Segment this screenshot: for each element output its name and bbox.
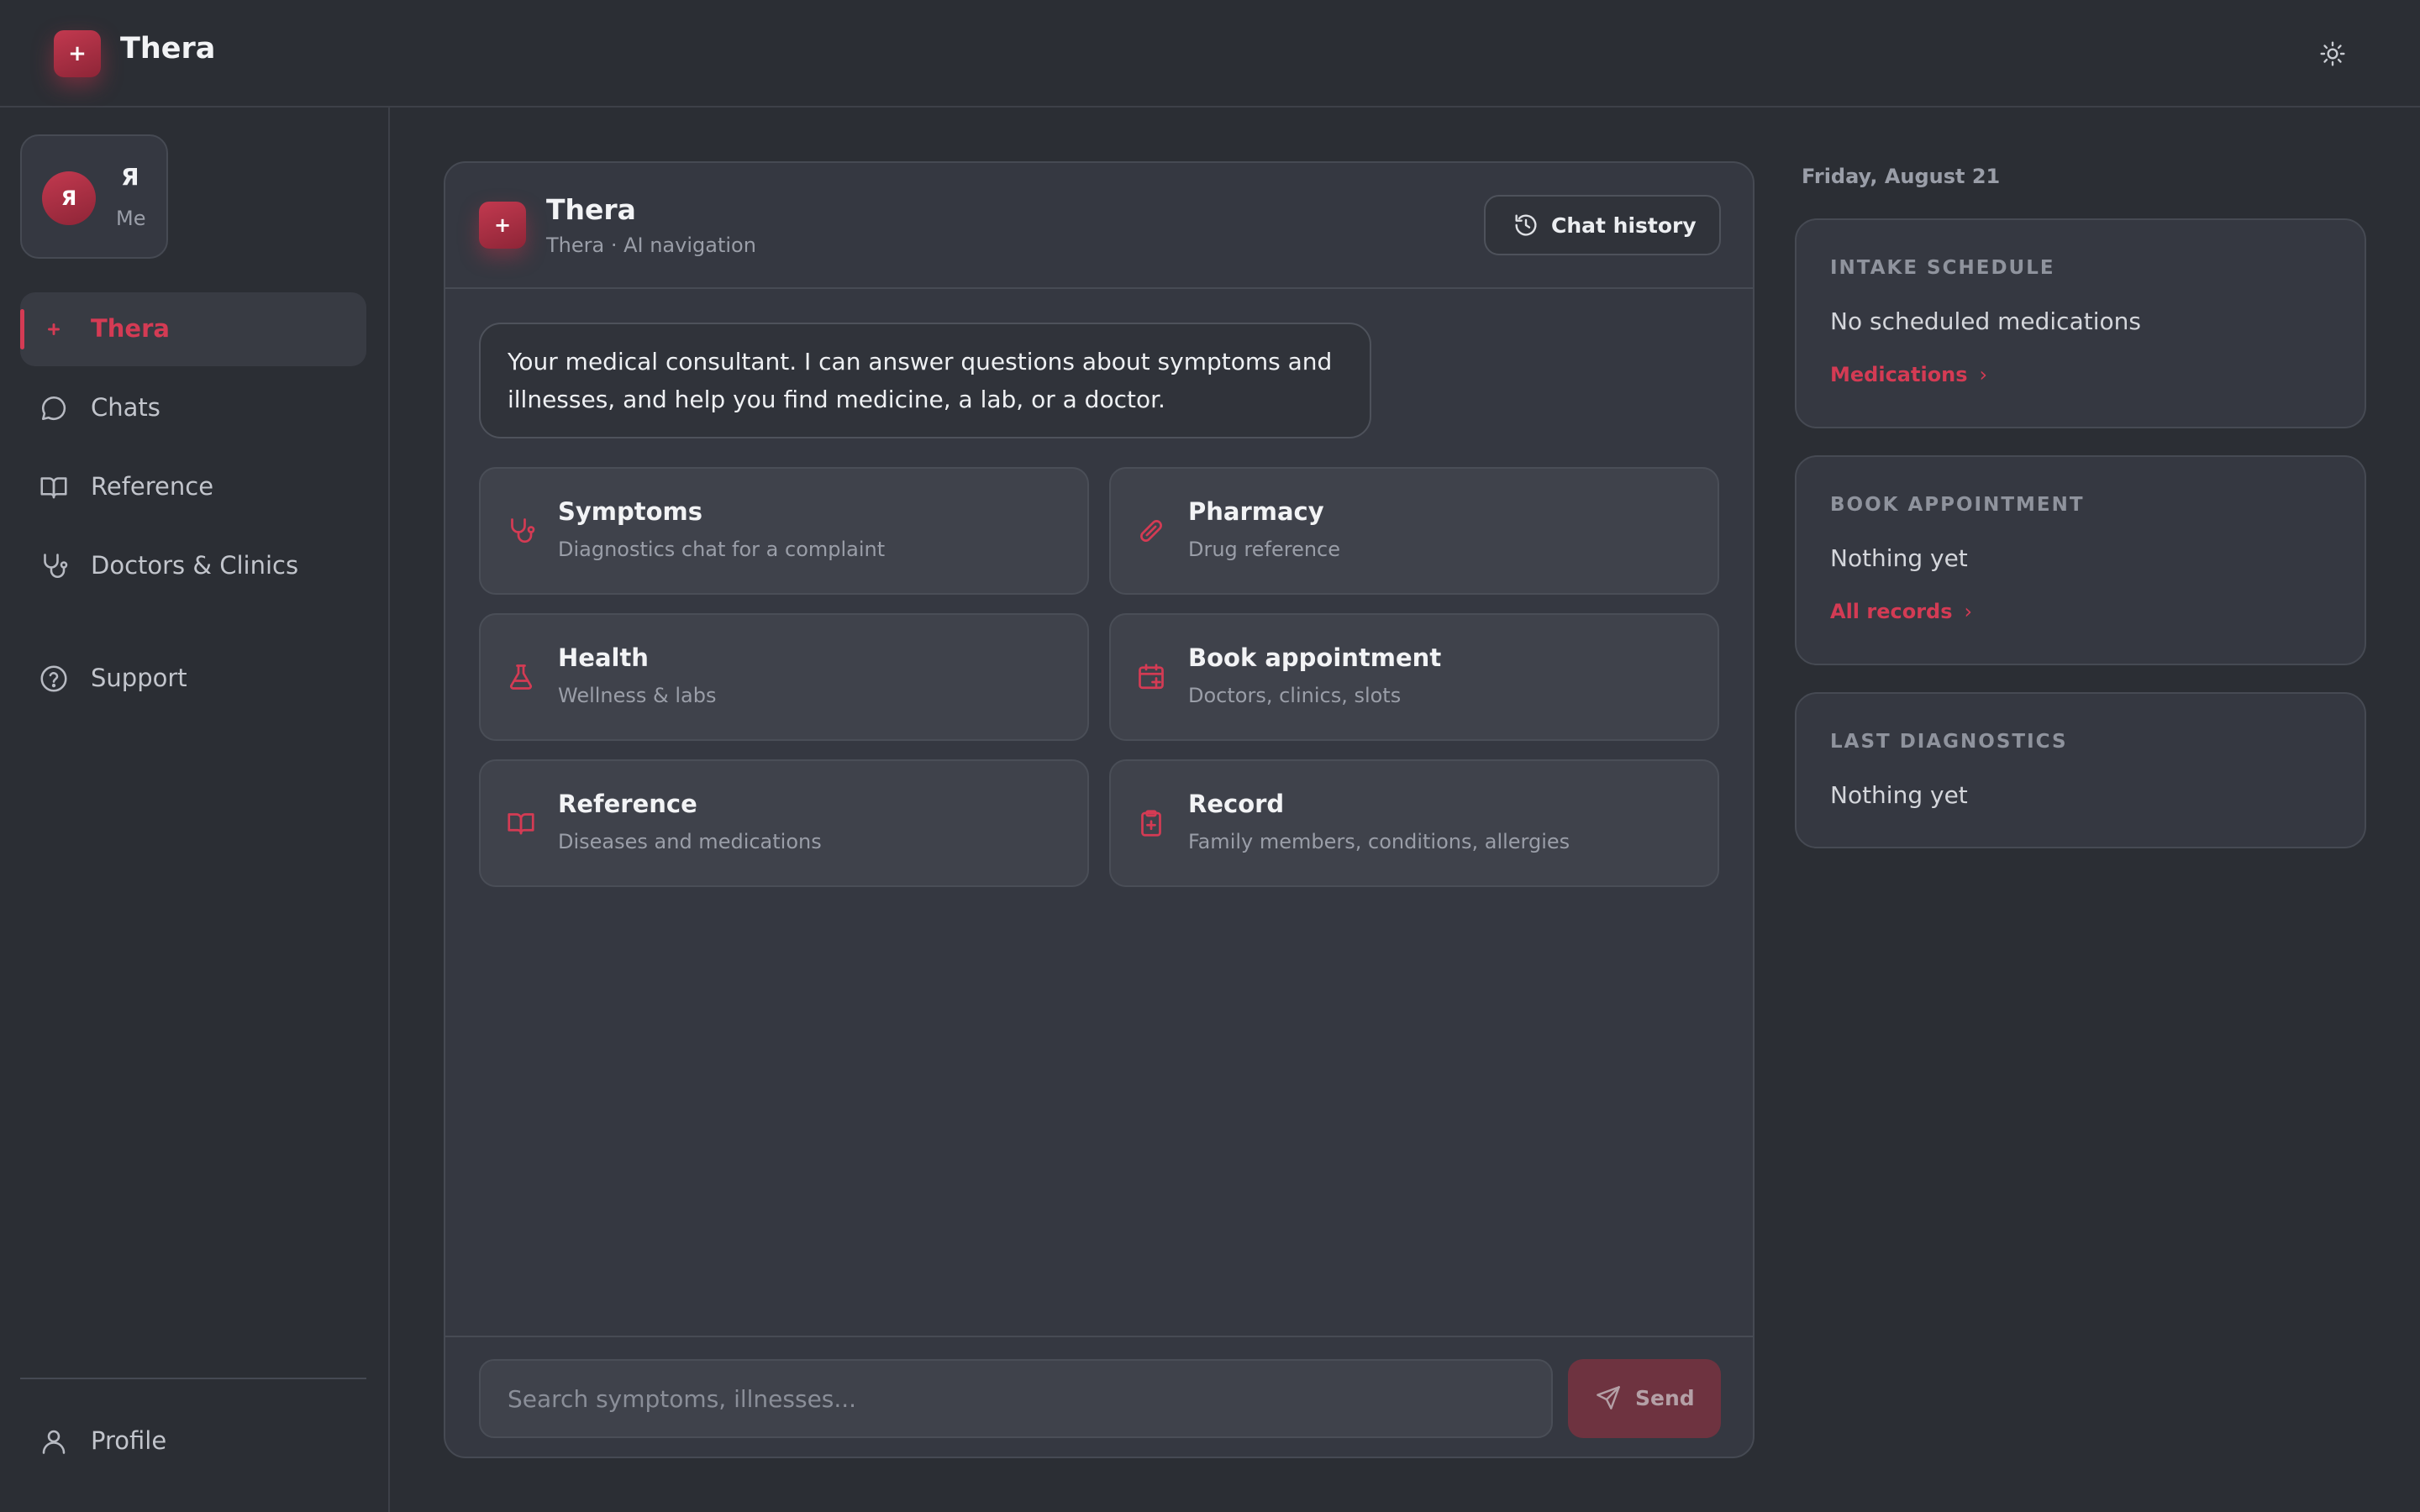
assistant-message: Your medical consultant. I can answer qu… bbox=[479, 323, 1371, 438]
sidebar-item-label: Thera bbox=[91, 314, 170, 343]
card-heading: INTAKE SCHEDULE bbox=[1830, 257, 2055, 279]
stethoscope-icon bbox=[39, 551, 69, 581]
chat-title: Thera bbox=[546, 193, 636, 226]
plus-icon bbox=[39, 314, 69, 344]
top-bar: + Thera bbox=[0, 0, 2420, 108]
history-icon bbox=[1512, 212, 1539, 239]
app-title: Thera bbox=[120, 32, 216, 66]
card-text: No scheduled medications bbox=[1830, 307, 2141, 335]
theme-toggle-button[interactable] bbox=[2316, 37, 2349, 71]
action-card-reference[interactable]: Reference Diseases and medications bbox=[479, 759, 1089, 887]
chat-logo: + bbox=[479, 202, 526, 249]
card-subtitle: Family members, conditions, allergies bbox=[1188, 830, 1570, 853]
app-logo: + bbox=[54, 30, 101, 77]
chevron-right-icon: › bbox=[1964, 600, 1973, 623]
book-icon bbox=[506, 808, 536, 838]
card-title: Health bbox=[558, 643, 649, 672]
pill-icon bbox=[1136, 516, 1166, 546]
card-subtitle: Wellness & labs bbox=[558, 684, 717, 707]
sidebar-item-label: Chats bbox=[91, 393, 160, 422]
current-date: Friday, August 21 bbox=[1802, 165, 2001, 188]
all-records-link[interactable]: All records › bbox=[1830, 600, 1972, 623]
logo-plus-glyph: + bbox=[68, 41, 87, 66]
chat-history-label: Chat history bbox=[1551, 213, 1697, 238]
help-circle-icon bbox=[39, 664, 69, 694]
card-title: Book appointment bbox=[1188, 643, 1442, 672]
card-title: Symptoms bbox=[558, 497, 703, 526]
card-title: Record bbox=[1188, 790, 1285, 818]
composer-divider bbox=[445, 1336, 1753, 1337]
clipboard-plus-icon bbox=[1136, 808, 1166, 838]
user-subtitle: Me bbox=[116, 207, 146, 230]
intake-schedule-card: INTAKE SCHEDULE No scheduled medications… bbox=[1795, 218, 2366, 428]
book-icon bbox=[39, 472, 69, 502]
sidebar-item-reference[interactable]: Reference bbox=[20, 450, 366, 524]
sidebar-item-doctors-clinics[interactable]: Doctors & Clinics bbox=[20, 529, 366, 603]
sidebar-divider bbox=[20, 1378, 366, 1379]
card-heading: BOOK APPOINTMENT bbox=[1830, 494, 2085, 516]
chat-header: + Thera Thera · AI navigation Chat histo… bbox=[445, 163, 1753, 289]
stethoscope-icon bbox=[506, 516, 536, 546]
sidebar-item-chats[interactable]: Chats bbox=[20, 371, 366, 445]
card-subtitle: Diagnostics chat for a complaint bbox=[558, 538, 886, 561]
send-button[interactable]: Send bbox=[1568, 1359, 1721, 1438]
action-card-symptoms[interactable]: Symptoms Diagnostics chat for a complain… bbox=[479, 467, 1089, 595]
action-card-health[interactable]: Health Wellness & labs bbox=[479, 613, 1089, 741]
sidebar-item-label: Doctors & Clinics bbox=[91, 551, 299, 580]
card-subtitle: Diseases and medications bbox=[558, 830, 822, 853]
card-text: Nothing yet bbox=[1830, 544, 1968, 572]
chevron-right-icon: › bbox=[1979, 363, 1988, 386]
sidebar-item-thera[interactable]: Thera bbox=[20, 292, 366, 366]
book-appointment-card: BOOK APPOINTMENT Nothing yet All records… bbox=[1795, 455, 2366, 665]
sidebar-item-profile[interactable]: Profile bbox=[20, 1404, 366, 1478]
user-card[interactable]: Я Я Me bbox=[20, 134, 168, 259]
avatar-initial: Я bbox=[60, 186, 77, 210]
chat-panel: + Thera Thera · AI navigation Chat histo… bbox=[444, 161, 1754, 1458]
avatar: Я bbox=[42, 171, 96, 225]
sun-icon bbox=[2319, 40, 2346, 67]
sidebar-item-support[interactable]: Support bbox=[20, 642, 366, 716]
card-subtitle: Drug reference bbox=[1188, 538, 1341, 561]
sidebar-item-label: Reference bbox=[91, 472, 214, 501]
user-icon bbox=[39, 1426, 69, 1457]
chat-subtitle: Thera · AI navigation bbox=[546, 234, 756, 257]
card-title: Reference bbox=[558, 790, 697, 818]
sidebar-item-label: Profile bbox=[91, 1426, 167, 1455]
card-text: Nothing yet bbox=[1830, 781, 1968, 809]
card-title: Pharmacy bbox=[1188, 497, 1324, 526]
send-label: Send bbox=[1635, 1386, 1695, 1410]
action-card-record[interactable]: Record Family members, conditions, aller… bbox=[1109, 759, 1719, 887]
sidebar: Я Я Me Thera Chats Reference Doctors & C… bbox=[0, 108, 390, 1512]
sidebar-item-label: Support bbox=[91, 664, 187, 692]
calendar-plus-icon bbox=[1136, 662, 1166, 692]
action-card-pharmacy[interactable]: Pharmacy Drug reference bbox=[1109, 467, 1719, 595]
send-icon bbox=[1595, 1384, 1622, 1411]
logo-plus-glyph: + bbox=[493, 213, 512, 237]
action-card-book-appointment[interactable]: Book appointment Doctors, clinics, slots bbox=[1109, 613, 1719, 741]
card-subtitle: Doctors, clinics, slots bbox=[1188, 684, 1402, 707]
link-label: All records bbox=[1830, 600, 1953, 623]
chat-bubble-icon bbox=[39, 393, 69, 423]
search-input[interactable] bbox=[479, 1359, 1553, 1438]
link-label: Medications bbox=[1830, 363, 1968, 386]
medications-link[interactable]: Medications › bbox=[1830, 363, 1987, 386]
user-name: Я bbox=[121, 163, 139, 191]
chat-history-button[interactable]: Chat history bbox=[1484, 195, 1721, 255]
flask-icon bbox=[506, 662, 536, 692]
last-diagnostics-card: LAST DIAGNOSTICS Nothing yet bbox=[1795, 692, 2366, 848]
card-heading: LAST DIAGNOSTICS bbox=[1830, 731, 2068, 753]
